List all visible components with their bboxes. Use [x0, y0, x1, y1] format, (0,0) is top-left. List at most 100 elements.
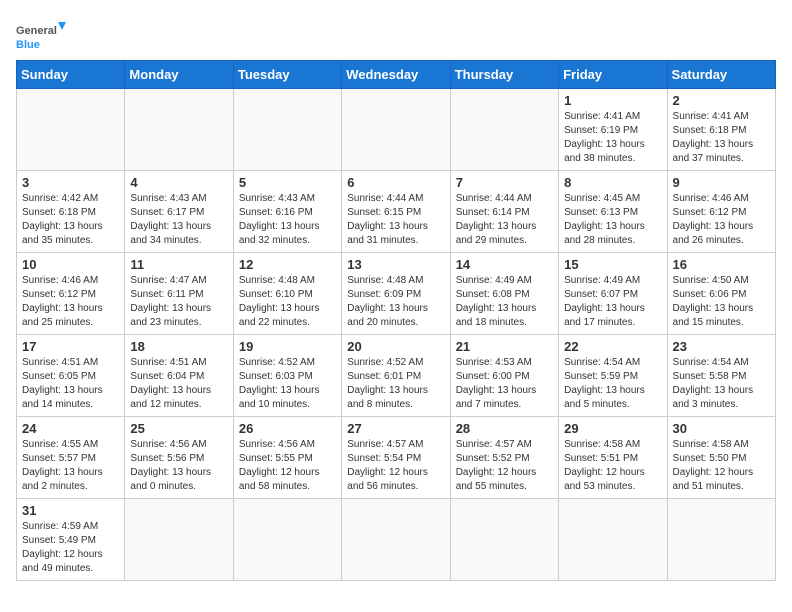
calendar-day-cell: 2 Sunrise: 4:41 AM Sunset: 6:18 PM Daylig… [667, 89, 775, 171]
calendar-day-cell: 18 Sunrise: 4:51 AM Sunset: 6:04 PM Dayli… [125, 335, 233, 417]
day-info: Sunrise: 4:43 AM Sunset: 6:16 PM Dayligh… [239, 192, 336, 248]
calendar-day-cell: 28Sunrise: 4:57 AM Sunset: 5:52 PM Dayli… [450, 417, 558, 499]
day-number: 2 [673, 93, 770, 108]
calendar-day-cell [342, 89, 450, 171]
calendar-day-cell: 3Sunrise: 4:42 AM Sunset: 6:18 PM Daylig… [17, 171, 125, 253]
day-number: 4 [130, 175, 227, 190]
calendar-day-cell: 25 Sunrise: 4:56 AM Sunset: 5:56 PM Dayli… [125, 417, 233, 499]
calendar-week-row: 17 Sunrise: 4:51 AM Sunset: 6:05 PM Dayli… [17, 335, 776, 417]
day-info: Sunrise: 4:51 AM Sunset: 6:05 PM Dayligh… [22, 356, 119, 412]
calendar-day-cell: 5 Sunrise: 4:43 AM Sunset: 6:16 PM Daylig… [233, 171, 341, 253]
calendar-day-cell [342, 499, 450, 581]
day-number: 17 [22, 339, 119, 354]
day-info: Sunrise: 4:54 AM Sunset: 5:59 PM Dayligh… [564, 356, 661, 412]
calendar-day-cell: 14Sunrise: 4:49 AM Sunset: 6:08 PM Dayli… [450, 253, 558, 335]
calendar-week-row: 24Sunrise: 4:55 AM Sunset: 5:57 PM Dayli… [17, 417, 776, 499]
day-info: Sunrise: 4:52 AM Sunset: 6:01 PM Dayligh… [347, 356, 444, 412]
day-number: 16 [673, 257, 770, 272]
day-number: 12 [239, 257, 336, 272]
day-info: Sunrise: 4:44 AM Sunset: 6:15 PM Dayligh… [347, 192, 444, 248]
weekday-header-saturday: Saturday [667, 61, 775, 89]
day-info: Sunrise: 4:52 AM Sunset: 6:03 PM Dayligh… [239, 356, 336, 412]
calendar-day-cell: 29Sunrise: 4:58 AM Sunset: 5:51 PM Dayli… [559, 417, 667, 499]
calendar-day-cell: 17 Sunrise: 4:51 AM Sunset: 6:05 PM Dayli… [17, 335, 125, 417]
calendar-day-cell: 4 Sunrise: 4:43 AM Sunset: 6:17 PM Daylig… [125, 171, 233, 253]
calendar-day-cell [559, 499, 667, 581]
weekday-header-row: SundayMondayTuesdayWednesdayThursdayFrid… [17, 61, 776, 89]
day-info: Sunrise: 4:49 AM Sunset: 6:08 PM Dayligh… [456, 274, 553, 330]
day-number: 31 [22, 503, 119, 518]
page-header: General Blue [16, 16, 776, 56]
calendar-day-cell: 8 Sunrise: 4:45 AM Sunset: 6:13 PM Daylig… [559, 171, 667, 253]
svg-text:Blue: Blue [16, 39, 40, 51]
calendar-day-cell: 6Sunrise: 4:44 AM Sunset: 6:15 PM Daylig… [342, 171, 450, 253]
day-info: Sunrise: 4:50 AM Sunset: 6:06 PM Dayligh… [673, 274, 770, 330]
calendar-day-cell: 19 Sunrise: 4:52 AM Sunset: 6:03 PM Dayli… [233, 335, 341, 417]
day-info: Sunrise: 4:43 AM Sunset: 6:17 PM Dayligh… [130, 192, 227, 248]
calendar-day-cell [450, 89, 558, 171]
day-info: Sunrise: 4:48 AM Sunset: 6:09 PM Dayligh… [347, 274, 444, 330]
calendar-day-cell: 9Sunrise: 4:46 AM Sunset: 6:12 PM Daylig… [667, 171, 775, 253]
calendar-table: SundayMondayTuesdayWednesdayThursdayFrid… [16, 60, 776, 581]
day-info: Sunrise: 4:48 AM Sunset: 6:10 PM Dayligh… [239, 274, 336, 330]
calendar-day-cell: 31 Sunrise: 4:59 AM Sunset: 5:49 PM Dayli… [17, 499, 125, 581]
day-number: 23 [673, 339, 770, 354]
calendar-day-cell [233, 499, 341, 581]
calendar-day-cell: 27 Sunrise: 4:57 AM Sunset: 5:54 PM Dayli… [342, 417, 450, 499]
calendar-day-cell: 24Sunrise: 4:55 AM Sunset: 5:57 PM Dayli… [17, 417, 125, 499]
calendar-week-row: 10 Sunrise: 4:46 AM Sunset: 6:12 PM Dayli… [17, 253, 776, 335]
calendar-day-cell: 10 Sunrise: 4:46 AM Sunset: 6:12 PM Dayli… [17, 253, 125, 335]
calendar-day-cell: 26Sunrise: 4:56 AM Sunset: 5:55 PM Dayli… [233, 417, 341, 499]
calendar-day-cell: 23 Sunrise: 4:54 AM Sunset: 5:58 PM Dayli… [667, 335, 775, 417]
day-number: 25 [130, 421, 227, 436]
calendar-day-cell: 20 Sunrise: 4:52 AM Sunset: 6:01 PM Dayli… [342, 335, 450, 417]
calendar-day-cell [233, 89, 341, 171]
day-number: 5 [239, 175, 336, 190]
weekday-header-thursday: Thursday [450, 61, 558, 89]
calendar-day-cell: 1Sunrise: 4:41 AM Sunset: 6:19 PM Daylig… [559, 89, 667, 171]
day-info: Sunrise: 4:47 AM Sunset: 6:11 PM Dayligh… [130, 274, 227, 330]
day-info: Sunrise: 4:46 AM Sunset: 6:12 PM Dayligh… [22, 274, 119, 330]
day-info: Sunrise: 4:58 AM Sunset: 5:50 PM Dayligh… [673, 438, 770, 494]
day-info: Sunrise: 4:51 AM Sunset: 6:04 PM Dayligh… [130, 356, 227, 412]
day-info: Sunrise: 4:46 AM Sunset: 6:12 PM Dayligh… [673, 192, 770, 248]
day-number: 19 [239, 339, 336, 354]
day-info: Sunrise: 4:57 AM Sunset: 5:54 PM Dayligh… [347, 438, 444, 494]
day-number: 20 [347, 339, 444, 354]
logo: General Blue [16, 16, 66, 56]
day-number: 10 [22, 257, 119, 272]
day-info: Sunrise: 4:41 AM Sunset: 6:19 PM Dayligh… [564, 110, 661, 166]
calendar-day-cell: 12 Sunrise: 4:48 AM Sunset: 6:10 PM Dayli… [233, 253, 341, 335]
weekday-header-tuesday: Tuesday [233, 61, 341, 89]
svg-text:General: General [16, 25, 57, 37]
calendar-day-cell [450, 499, 558, 581]
weekday-header-monday: Monday [125, 61, 233, 89]
day-info: Sunrise: 4:42 AM Sunset: 6:18 PM Dayligh… [22, 192, 119, 248]
day-info: Sunrise: 4:54 AM Sunset: 5:58 PM Dayligh… [673, 356, 770, 412]
day-info: Sunrise: 4:41 AM Sunset: 6:18 PM Dayligh… [673, 110, 770, 166]
day-number: 7 [456, 175, 553, 190]
day-number: 13 [347, 257, 444, 272]
day-info: Sunrise: 4:55 AM Sunset: 5:57 PM Dayligh… [22, 438, 119, 494]
day-number: 26 [239, 421, 336, 436]
day-number: 15 [564, 257, 661, 272]
day-info: Sunrise: 4:59 AM Sunset: 5:49 PM Dayligh… [22, 520, 119, 576]
calendar-day-cell: 11 Sunrise: 4:47 AM Sunset: 6:11 PM Dayli… [125, 253, 233, 335]
day-number: 27 [347, 421, 444, 436]
calendar-day-cell: 15Sunrise: 4:49 AM Sunset: 6:07 PM Dayli… [559, 253, 667, 335]
day-number: 28 [456, 421, 553, 436]
day-number: 18 [130, 339, 227, 354]
day-info: Sunrise: 4:45 AM Sunset: 6:13 PM Dayligh… [564, 192, 661, 248]
calendar-day-cell [125, 89, 233, 171]
day-number: 29 [564, 421, 661, 436]
day-number: 30 [673, 421, 770, 436]
calendar-day-cell: 7Sunrise: 4:44 AM Sunset: 6:14 PM Daylig… [450, 171, 558, 253]
weekday-header-wednesday: Wednesday [342, 61, 450, 89]
calendar-day-cell: 16 Sunrise: 4:50 AM Sunset: 6:06 PM Dayli… [667, 253, 775, 335]
day-number: 22 [564, 339, 661, 354]
day-info: Sunrise: 4:56 AM Sunset: 5:56 PM Dayligh… [130, 438, 227, 494]
calendar-day-cell: 13 Sunrise: 4:48 AM Sunset: 6:09 PM Dayli… [342, 253, 450, 335]
calendar-day-cell: 30 Sunrise: 4:58 AM Sunset: 5:50 PM Dayli… [667, 417, 775, 499]
day-number: 11 [130, 257, 227, 272]
day-number: 8 [564, 175, 661, 190]
